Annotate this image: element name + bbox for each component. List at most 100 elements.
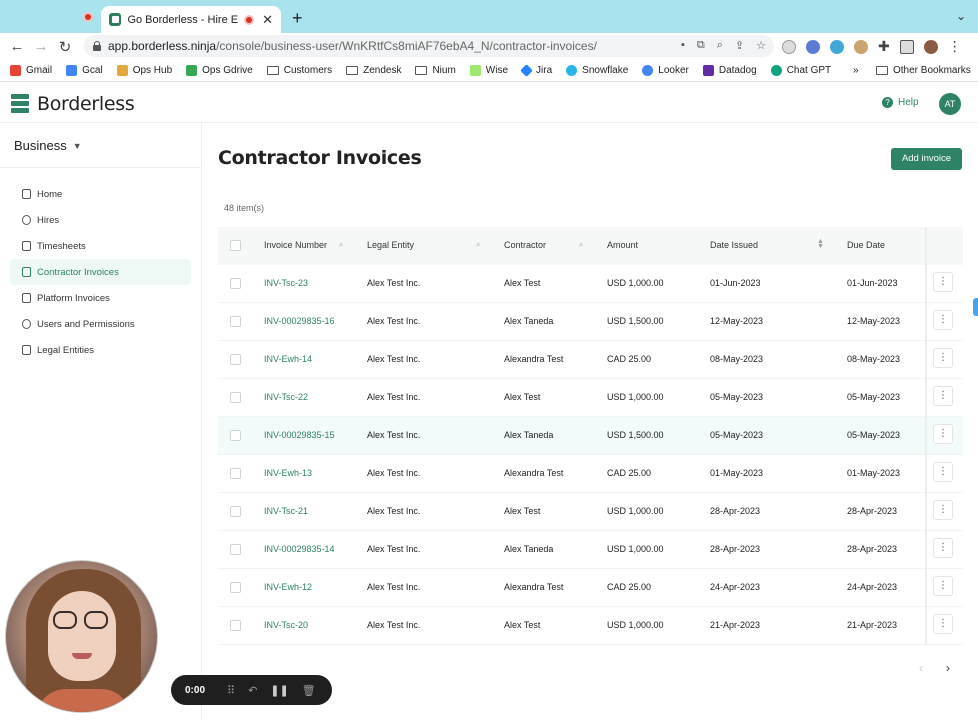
table-row[interactable]: INV-Tsc-23 Alex Test Inc. Alex Test USD 1,0… <box>218 265 963 303</box>
bookmark-customers[interactable]: Customers <box>266 65 332 76</box>
table-row[interactable]: INV-Tsc-20 Alex Test Inc. Alex Test USD 1,0… <box>218 607 963 645</box>
profile-avatar-icon[interactable] <box>923 39 938 54</box>
row-actions-menu-icon[interactable]: ⋮ <box>933 386 953 406</box>
row-checkbox[interactable] <box>230 392 241 403</box>
sort-icon[interactable]: ▲ ▼ <box>817 238 824 250</box>
row-actions-menu-icon[interactable]: ⋮ <box>933 348 953 368</box>
help-link[interactable]: ? Help <box>882 97 919 108</box>
cell-invoice-number[interactable]: INV-Ewh-13 <box>264 468 312 478</box>
row-actions-menu-icon[interactable]: ⋮ <box>933 310 953 330</box>
row-actions-menu-icon[interactable]: ⋮ <box>933 500 953 520</box>
table-row[interactable]: INV-Ewh-12 Alex Test Inc. Alexandra Test CA… <box>218 569 963 607</box>
row-checkbox[interactable] <box>230 544 241 555</box>
pause-icon[interactable]: ❚❚ <box>270 684 288 697</box>
column-header-due-date[interactable]: Due Date <box>847 240 885 250</box>
search-icon[interactable]: ⌕ <box>579 240 583 250</box>
cell-invoice-number[interactable]: INV-Ewh-12 <box>264 582 312 592</box>
select-all-checkbox[interactable] <box>230 240 241 251</box>
column-header-legal-entity[interactable]: Legal Entity <box>367 240 414 250</box>
table-row[interactable]: INV-Tsc-21 Alex Test Inc. Alex Test USD 1,0… <box>218 493 963 531</box>
column-header-amount[interactable]: Amount <box>607 240 638 250</box>
cell-invoice-number[interactable]: INV-00029835-16 <box>264 316 335 326</box>
row-checkbox[interactable] <box>230 468 241 479</box>
previous-page-icon[interactable]: ‹ <box>919 661 923 675</box>
table-row[interactable]: INV-Tsc-22 Alex Test Inc. Alex Test USD 1,0… <box>218 379 963 417</box>
sidebar-item-home[interactable]: Home <box>10 181 191 207</box>
add-invoice-button[interactable]: Add invoice <box>891 148 962 170</box>
row-actions-menu-icon[interactable]: ⋮ <box>933 538 953 558</box>
row-checkbox[interactable] <box>230 430 241 441</box>
bookmark-gmail[interactable]: Gmail <box>10 65 52 76</box>
sidebar-item-users-and-permissions[interactable]: Users and Permissions <box>10 311 191 337</box>
column-header-invoice-number[interactable]: Invoice Number <box>264 240 327 250</box>
bookmark-looker[interactable]: Looker <box>642 65 689 76</box>
webcam-bubble[interactable] <box>5 560 158 713</box>
undo-icon[interactable]: ↶ <box>248 684 257 697</box>
row-checkbox[interactable] <box>230 506 241 517</box>
camera-icon[interactable]: ▪ <box>681 39 685 52</box>
sidebar-item-legal-entities[interactable]: Legal Entities <box>10 337 191 363</box>
table-row[interactable]: INV-00029835-15 Alex Test Inc. Alex Taneda… <box>218 417 963 455</box>
bookmark-ops-hub[interactable]: Ops Hub <box>116 65 172 76</box>
sidebar-item-timesheets[interactable]: Timesheets <box>10 233 191 259</box>
cell-invoice-number[interactable]: INV-Ewh-14 <box>264 354 312 364</box>
cell-invoice-number[interactable]: INV-Tsc-20 <box>264 620 308 630</box>
bookmark-wise[interactable]: Wise <box>469 65 508 76</box>
forward-icon[interactable]: → <box>29 38 53 55</box>
back-icon[interactable]: ← <box>5 38 29 55</box>
bookmark-chat-gpt[interactable]: Chat GPT <box>770 65 831 76</box>
tab-search-chevron-icon[interactable]: ⌄ <box>956 9 966 23</box>
table-row[interactable]: INV-00029835-14 Alex Test Inc. Alex Taneda… <box>218 531 963 569</box>
extension-icon[interactable] <box>782 39 796 54</box>
browser-tab-active[interactable]: Go Borderless - Hire Emplo ✕ <box>101 6 281 33</box>
row-checkbox[interactable] <box>230 316 241 327</box>
extension-icon[interactable] <box>830 39 844 54</box>
trash-icon[interactable]: 🗑 <box>302 684 316 697</box>
row-actions-menu-icon[interactable]: ⋮ <box>933 462 953 482</box>
table-row[interactable]: INV-00029835-16 Alex Test Inc. Alex Taneda… <box>218 303 963 341</box>
sidebar-item-platform-invoices[interactable]: Platform Invoices <box>10 285 191 311</box>
install-icon[interactable]: ⧉ <box>697 39 705 52</box>
brand-logo[interactable]: Borderless <box>11 93 135 115</box>
cell-invoice-number[interactable]: INV-00029835-14 <box>264 544 335 554</box>
avatar[interactable]: AT <box>939 93 961 115</box>
search-icon[interactable]: ⌕ <box>339 240 343 250</box>
pinned-tab[interactable] <box>64 8 100 28</box>
row-checkbox[interactable] <box>230 582 241 593</box>
row-actions-menu-icon[interactable]: ⋮ <box>933 272 953 292</box>
puzzle-extensions-icon[interactable]: ✚ <box>878 38 890 55</box>
drag-grid-icon[interactable]: ⠿ <box>227 684 235 697</box>
table-row[interactable]: INV-Ewh-14 Alex Test Inc. Alexandra Test CA… <box>218 341 963 379</box>
table-row[interactable]: INV-Ewh-13 Alex Test Inc. Alexandra Test CA… <box>218 455 963 493</box>
workspace-switcher[interactable]: Business ▼ <box>14 138 82 153</box>
side-panel-icon[interactable] <box>899 39 914 54</box>
row-checkbox[interactable] <box>230 620 241 631</box>
bookmark-gcal[interactable]: Gcal <box>66 65 103 76</box>
browser-menu-icon[interactable]: ⋮ <box>948 38 962 55</box>
sidebar-item-contractor-invoices[interactable]: Contractor Invoices <box>10 259 191 285</box>
column-header-date-issued[interactable]: Date Issued <box>710 240 758 250</box>
bookmark-zendesk[interactable]: Zendesk <box>346 65 401 76</box>
cell-invoice-number[interactable]: INV-Tsc-21 <box>264 506 308 516</box>
other-bookmarks[interactable]: Other Bookmarks <box>876 65 971 76</box>
extension-icon[interactable] <box>854 39 868 54</box>
cell-invoice-number[interactable]: INV-Tsc-22 <box>264 392 308 402</box>
bookmark-datadog[interactable]: Datadog <box>702 65 757 76</box>
bookmark-nium[interactable]: Nium <box>415 65 456 76</box>
cell-invoice-number[interactable]: INV-Tsc-23 <box>264 278 308 288</box>
cell-invoice-number[interactable]: INV-00029835-15 <box>264 430 335 440</box>
share-icon[interactable]: ⇪ <box>735 39 744 52</box>
column-header-contractor[interactable]: Contractor <box>504 240 546 250</box>
reload-icon[interactable]: ↻ <box>53 38 77 56</box>
next-page-icon[interactable]: › <box>946 661 950 675</box>
row-checkbox[interactable] <box>230 354 241 365</box>
bookmark-star-icon[interactable]: ☆ <box>756 39 766 52</box>
row-actions-menu-icon[interactable]: ⋮ <box>933 614 953 634</box>
more-bookmarks-chevron[interactable]: » <box>853 65 859 76</box>
search-icon[interactable]: ⌕ <box>476 240 480 250</box>
new-tab-icon[interactable]: + <box>292 8 303 29</box>
bookmark-jira[interactable]: Jira <box>520 64 552 77</box>
zoom-icon[interactable]: ⌕ <box>717 39 723 52</box>
close-tab-icon[interactable]: ✕ <box>262 12 273 28</box>
url-field[interactable]: app.borderless.ninja/console/business-us… <box>84 35 774 57</box>
